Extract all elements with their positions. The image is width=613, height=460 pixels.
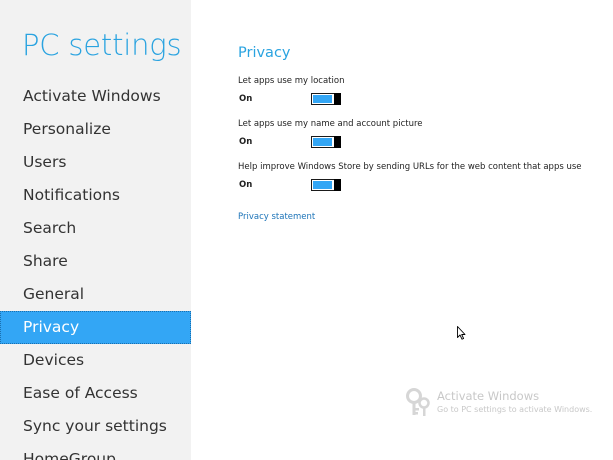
store-urls-toggle[interactable]: [311, 179, 341, 191]
sidebar-nav: Activate Windows Personalize Users Notif…: [0, 80, 191, 460]
toggle-row: On: [238, 92, 598, 106]
sidebar-item-notifications[interactable]: Notifications: [0, 179, 191, 212]
setting-location: Let apps use my location On: [238, 76, 598, 106]
toggle-state-text: On: [239, 137, 253, 147]
sidebar-item-sync-your-settings[interactable]: Sync your settings: [0, 410, 191, 443]
setting-label: Let apps use my location: [238, 76, 345, 86]
sidebar-item-users[interactable]: Users: [0, 146, 191, 179]
sidebar-item-share[interactable]: Share: [0, 245, 191, 278]
sidebar-item-activate-windows[interactable]: Activate Windows: [0, 80, 191, 113]
sidebar-item-ease-of-access[interactable]: Ease of Access: [0, 377, 191, 410]
app-title: PC settings: [22, 28, 182, 62]
sidebar-item-privacy[interactable]: Privacy: [0, 311, 191, 344]
setting-store-urls: Help improve Windows Store by sending UR…: [238, 162, 598, 192]
watermark-title: Activate Windows: [437, 389, 540, 403]
setting-name-account-picture: Let apps use my name and account picture…: [238, 119, 598, 149]
toggle-state-text: On: [239, 180, 253, 190]
location-toggle[interactable]: [311, 93, 341, 105]
toggle-thumb[interactable]: [334, 179, 341, 191]
sidebar-item-homegroup[interactable]: HomeGroup: [0, 443, 191, 460]
toggle-thumb[interactable]: [334, 136, 341, 148]
name-account-toggle[interactable]: [311, 136, 341, 148]
toggle-thumb[interactable]: [334, 93, 341, 105]
sidebar-item-search[interactable]: Search: [0, 212, 191, 245]
sidebar-item-personalize[interactable]: Personalize: [0, 113, 191, 146]
setting-label: Help improve Windows Store by sending UR…: [238, 162, 582, 172]
privacy-statement-link[interactable]: Privacy statement: [238, 212, 315, 222]
sidebar-item-general[interactable]: General: [0, 278, 191, 311]
section-title: Privacy: [238, 45, 291, 61]
setting-label: Let apps use my name and account picture: [238, 119, 423, 129]
toggle-row: On: [238, 135, 598, 149]
toggle-fill: [313, 138, 332, 146]
sidebar: PC settings Activate Windows Personalize…: [0, 0, 191, 460]
sidebar-item-devices[interactable]: Devices: [0, 344, 191, 377]
toggle-row: On: [238, 178, 598, 192]
toggle-state-text: On: [239, 94, 253, 104]
activation-watermark: Activate Windows Go to PC settings to ac…: [405, 388, 610, 420]
mouse-cursor-icon: [457, 326, 466, 340]
watermark-subtitle: Go to PC settings to activate Windows.: [437, 405, 593, 414]
toggle-fill: [313, 181, 332, 189]
key-icon: [406, 388, 430, 416]
toggle-fill: [313, 95, 332, 103]
